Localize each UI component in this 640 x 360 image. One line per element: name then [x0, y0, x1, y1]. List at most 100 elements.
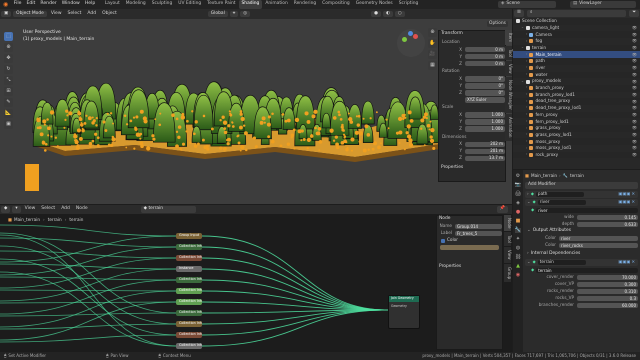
node-menu-node[interactable]: Node — [76, 207, 88, 212]
scale-x-field[interactable]: 1.000 — [465, 112, 505, 118]
scale-y-field[interactable]: 1.000 — [465, 119, 505, 125]
expand-icon[interactable]: › — [526, 59, 527, 64]
tab-node[interactable]: Node — [504, 215, 512, 232]
terrain-input-field[interactable]: 0.300 — [577, 281, 638, 288]
add-modifier-button[interactable]: Add Modifier — [525, 182, 638, 189]
camera-view-icon[interactable]: 🎥 — [428, 50, 437, 59]
blender-logo-icon[interactable]: ◉ — [3, 1, 8, 8]
expand-icon[interactable]: ⌄ — [521, 79, 524, 84]
node-label-field[interactable]: Fr_trees_5 — [455, 230, 502, 237]
visibility-eye-icon[interactable]: 👁 — [632, 133, 637, 137]
collection-node[interactable]: Collection Info — [176, 288, 202, 294]
grid-icon[interactable]: ▦ — [428, 61, 437, 70]
dimensions-x-field[interactable]: 202 m — [465, 141, 505, 148]
modifier-toggle-icons[interactable]: ▣▣▣ ✕ — [618, 192, 635, 196]
collection-node[interactable]: Collection Info — [176, 277, 202, 283]
viewport-area[interactable]: ▣ Object Mode View Select Add Object Glo… — [0, 9, 513, 204]
options-button[interactable]: Options — [487, 21, 508, 28]
collection-node[interactable]: Collection Info — [176, 310, 202, 316]
depth-field[interactable]: 0.633 — [577, 221, 638, 228]
expand-icon[interactable]: › — [526, 119, 527, 124]
outliner-item[interactable]: › river 👁 — [513, 65, 640, 72]
tab-texture-paint[interactable]: Texture Paint — [204, 0, 238, 8]
tab-sculpting[interactable]: Sculpting — [149, 0, 176, 8]
modifier-toggle-icons[interactable]: ▣▣▣ ✕ — [618, 260, 635, 264]
outliner-item[interactable]: › grass_proxy 👁 — [513, 125, 640, 132]
terrain-input-field[interactable]: 0.3 — [577, 295, 638, 302]
node-tree-datablock[interactable]: ◆ terrain — [140, 206, 196, 213]
river-nodegroup-field[interactable]: river — [536, 207, 638, 214]
expand-icon[interactable]: › — [526, 106, 527, 110]
outliner-item[interactable]: ⌄ proxy_models 👁 — [513, 78, 640, 85]
outliner-item[interactable]: › grass_proxy_lod1 👁 — [513, 132, 640, 139]
tab-shading[interactable]: Shading — [238, 0, 263, 9]
pan-icon[interactable]: ✋ — [428, 39, 437, 48]
tab-node-view[interactable]: View — [504, 247, 512, 263]
modifier-tab-icon[interactable]: 🔧 — [514, 228, 522, 233]
outliner-item[interactable]: › branch_proxy_lod1 👁 — [513, 92, 640, 99]
visibility-eye-icon[interactable]: 👁 — [632, 92, 637, 97]
tab-compositing[interactable]: Compositing — [319, 0, 353, 8]
tab-animation[interactable]: Animation — [262, 0, 290, 8]
expand-icon[interactable]: › — [526, 113, 527, 117]
annotate-icon[interactable]: ✎ — [4, 98, 13, 107]
snap-icon[interactable]: ⌖ — [229, 10, 239, 18]
visibility-eye-icon[interactable]: 👁 — [632, 32, 637, 37]
outliner-item[interactable]: ⌄ camera_light 👁 — [513, 25, 640, 32]
object-mode-dropdown[interactable]: Object Mode — [13, 10, 47, 18]
terrain-input-field[interactable]: 70.000 — [577, 274, 638, 281]
tab-layout[interactable]: Layout — [102, 0, 123, 8]
rotate-icon[interactable]: ↻ — [4, 65, 13, 74]
cursor-icon[interactable]: ⊕ — [4, 43, 13, 52]
terrain-input-field[interactable]: 60.000 — [577, 302, 638, 309]
outliner-item[interactable]: › branch_proxy 👁 — [513, 84, 640, 92]
particles-tab-icon[interactable]: ✦ — [516, 237, 520, 242]
internal-dependencies-header[interactable]: › Internal Dependencies — [525, 251, 638, 258]
scale-z-field[interactable]: 1.000 — [465, 126, 505, 132]
modifier-river[interactable]: ⌄ ◆ river ▣▣▣ ✕ — [525, 199, 638, 206]
outliner-search-icon[interactable]: ⌕ — [526, 10, 627, 17]
geometry-node-editor-dropdown[interactable]: ▾ — [12, 206, 21, 213]
expand-icon[interactable]: › — [526, 153, 527, 157]
scene-tab-icon[interactable]: ◈ — [516, 201, 520, 206]
visibility-eye-icon[interactable]: 👁 — [632, 72, 637, 77]
tab-node-tool[interactable]: Tool — [504, 232, 512, 247]
tab-item[interactable]: Item — [505, 30, 513, 46]
terrain-nodegroup-field[interactable]: terrain — [536, 267, 638, 274]
visibility-eye-icon[interactable]: 👁 — [632, 79, 637, 84]
modifier-terrain-name[interactable]: terrain — [537, 259, 586, 266]
gizmo-x-icon[interactable] — [413, 34, 418, 39]
expand-icon[interactable]: ⌄ — [527, 200, 531, 204]
menu-edit[interactable]: Edit — [26, 2, 35, 7]
modifier-terrain[interactable]: ⌄ ◆ terrain ▣▣▣ ✕ — [525, 259, 638, 266]
output-attributes-header[interactable]: ⌄ Output Attributes — [525, 228, 638, 235]
modifier-river-name[interactable]: river — [537, 199, 586, 206]
collection-node[interactable]: Collection Info — [176, 321, 202, 327]
visibility-eye-icon[interactable]: 👁 — [632, 139, 637, 144]
collection-node[interactable]: Collection Info — [176, 244, 202, 250]
expand-icon[interactable]: › — [526, 99, 527, 104]
visibility-eye-icon[interactable]: 👁 — [632, 39, 637, 43]
node-properties-header[interactable]: Properties — [437, 264, 502, 271]
orientation-dropdown[interactable]: Global — [207, 10, 228, 18]
node-section-header[interactable]: Node — [437, 216, 502, 223]
visibility-eye-icon[interactable]: 👁 — [632, 59, 637, 63]
expand-icon[interactable]: › — [526, 52, 527, 57]
outliner-item[interactable]: ⌄ terrain 👁 — [513, 44, 640, 52]
collection-node[interactable]: Group Input — [176, 233, 202, 239]
outliner-item[interactable]: › fern_proxy 👁 — [513, 111, 640, 119]
output-tab-icon[interactable]: 🖨 — [515, 192, 521, 197]
outliner-item[interactable]: › path 👁 — [513, 58, 640, 65]
outliner-editor-icon[interactable]: ☰ — [514, 10, 524, 17]
visibility-eye-icon[interactable]: 👁 — [632, 66, 637, 70]
visibility-eye-icon[interactable]: 👁 — [632, 99, 637, 104]
measure-icon[interactable]: 📐 — [4, 109, 13, 118]
editor-type-button[interactable]: ▣ — [1, 10, 12, 18]
transform-icon[interactable]: ⊞ — [4, 87, 13, 96]
expand-icon[interactable]: › — [526, 139, 527, 144]
node-color-swatch[interactable] — [440, 245, 499, 250]
terrain-nodegroup-row[interactable]: ◆ terrain — [525, 267, 638, 274]
rotation-mode-dropdown[interactable]: XYZ Euler — [465, 97, 505, 103]
collection-node[interactable]: Instance — [176, 266, 202, 272]
expand-icon[interactable]: › — [526, 32, 527, 37]
